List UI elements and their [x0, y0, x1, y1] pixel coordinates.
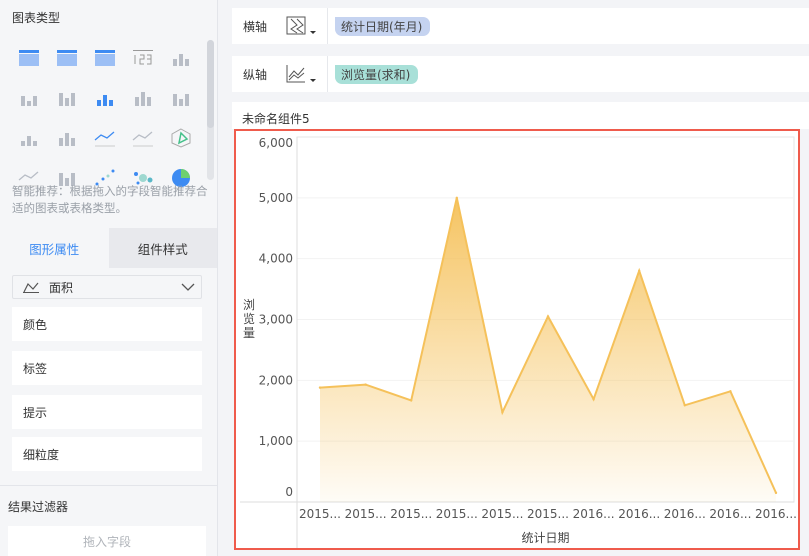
bar-chart-icon[interactable] — [124, 78, 162, 118]
heatmap-icon[interactable] — [48, 78, 86, 118]
y-tick-label: 0 — [285, 485, 293, 499]
x-tick-label: 2016... — [664, 507, 706, 521]
data-point — [638, 269, 641, 273]
filter-drop-zone[interactable]: 拖入字段 — [8, 526, 206, 556]
scrollbar[interactable] — [207, 40, 214, 180]
x-tick-label: 2015... — [481, 507, 523, 521]
tab-component-style[interactable]: 组件样式 — [108, 228, 217, 268]
property-color[interactable]: 颜色 — [12, 307, 202, 341]
x-axis-type-button[interactable] — [276, 8, 328, 44]
data-point — [455, 196, 458, 200]
x-tick-label: 2016... — [573, 507, 615, 521]
indicator-list-icon[interactable] — [10, 78, 48, 118]
y-axis-row: 纵轴 浏览量(求和) — [232, 56, 809, 92]
data-point — [546, 315, 550, 318]
y-axis-type-button[interactable] — [276, 56, 328, 92]
y-axis-title: 览 — [243, 311, 255, 326]
y-axis-title: 量 — [243, 326, 255, 340]
left-panel: 图表类型 智能推荐：根据拖入的字段智能推荐合适的图表或表格类型。 图形属性 组件… — [0, 0, 218, 556]
y-tick-label: 6,000 — [259, 136, 293, 150]
data-point — [410, 399, 413, 402]
data-point — [683, 404, 686, 407]
x-axis-title: 统计日期 — [521, 531, 569, 545]
mark-type-label: 面积 — [49, 280, 74, 295]
data-point — [729, 390, 732, 393]
y-axis-field-pill[interactable]: 浏览量(求和) — [335, 64, 419, 84]
chart-container[interactable]: 0 1,000 2,000 3,000 4,000 5,000 6,000 2015... 20… — [234, 129, 800, 550]
divider — [0, 485, 217, 486]
column-chart-icon[interactable] — [162, 78, 200, 118]
x-axis-field-pill[interactable]: 统计日期(年月) — [335, 16, 431, 36]
tab-graphic-properties[interactable]: 图形属性 — [0, 228, 109, 268]
property-granularity[interactable]: 细粒度 — [12, 437, 202, 471]
chart-type-title: 图表类型 — [12, 11, 61, 25]
multi-line-icon[interactable] — [86, 118, 124, 158]
x-tick-label: 2015... — [436, 507, 478, 521]
x-tick-label: 2015... — [390, 507, 432, 521]
data-point — [501, 411, 504, 414]
property-tooltip[interactable]: 提示 — [12, 395, 202, 429]
x-axis-label: 横轴 — [243, 19, 268, 34]
y-axis-label: 纵轴 — [243, 67, 268, 82]
x-tick-label: 2016... — [755, 507, 797, 521]
x-tick-label: 2016... — [709, 507, 751, 521]
group-table-icon[interactable] — [48, 38, 86, 78]
data-point — [364, 383, 367, 386]
cross-table-icon[interactable] — [10, 38, 48, 78]
detail-table-icon[interactable] — [86, 38, 124, 78]
y-tick-label: 5,000 — [259, 191, 293, 205]
waterfall-icon[interactable] — [48, 118, 86, 158]
area-chart: 01,0002,0003,0004,0005,0006,0002015... 20… — [240, 136, 797, 548]
x-tick-label: 2015... — [527, 507, 569, 521]
area-fill — [320, 197, 776, 502]
component-title[interactable]: 未命名组件5 — [232, 102, 809, 129]
data-point — [592, 397, 595, 401]
data-point — [774, 491, 778, 495]
x-tick-label: 2016... — [618, 507, 660, 521]
kpi-number-icon[interactable] — [124, 38, 162, 78]
multi-bar-icon[interactable] — [86, 78, 124, 118]
data-point — [318, 386, 322, 389]
mark-type-select[interactable]: 面积 — [12, 275, 202, 299]
stacked-bar-icon[interactable] — [10, 118, 48, 158]
x-tick-label: 2015... — [345, 507, 387, 521]
y-axis-title: 浏 — [243, 298, 255, 312]
y-tick-label: 3,000 — [259, 313, 293, 327]
axis-type-icon — [286, 16, 316, 35]
y-tick-label: 4,000 — [259, 252, 293, 266]
radar-icon[interactable] — [162, 118, 200, 158]
recommend-hint: 智能推荐：根据拖入的字段智能推荐合适的图表或表格类型。 — [12, 184, 208, 215]
result-filter-title: 结果过滤器 — [8, 500, 69, 514]
kpi-card-icon[interactable] — [162, 38, 200, 78]
x-tick-label: 2015... — [299, 507, 341, 521]
chart-type-grid — [10, 38, 200, 198]
line-chart-icon[interactable] — [124, 118, 162, 158]
x-axis-row: 横轴 统计日期(年月) — [232, 8, 809, 44]
y-tick-label: 1,000 — [259, 434, 293, 448]
y-tick-label: 2,000 — [259, 373, 293, 387]
property-label[interactable]: 标签 — [12, 351, 202, 385]
axis-type-icon — [286, 65, 316, 83]
chevron-down-icon — [181, 283, 195, 291]
area-icon — [23, 282, 39, 293]
scrollbar-thumb[interactable] — [207, 40, 214, 128]
